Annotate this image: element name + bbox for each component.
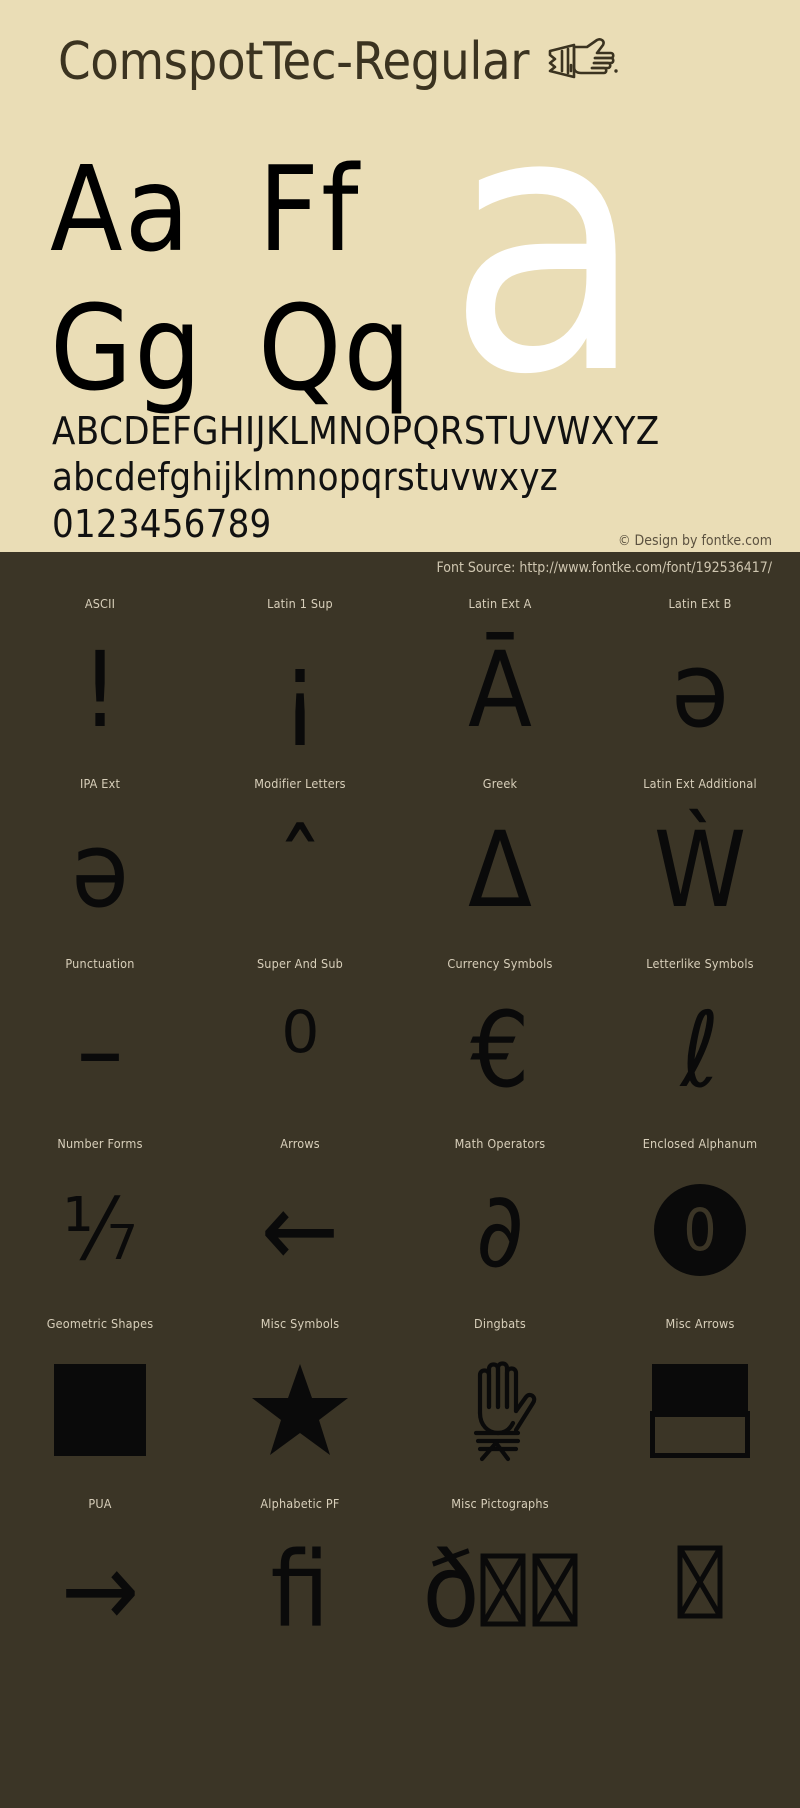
a-macron-glyph: Ā <box>468 628 532 751</box>
glyph-block-label: PUA <box>88 1496 112 1511</box>
uppercase-alphabet: ABCDEFGHIJKLMNOPQRSTUVWXYZ <box>52 409 660 453</box>
glyph-block-label: Modifier Letters <box>254 776 346 791</box>
w-grave-glyph: Ẁ <box>653 808 747 931</box>
letter-pair-grid: Aa Ff Gg Qq <box>50 140 466 418</box>
filled-square-glyph <box>0 1331 200 1488</box>
glyph-block-label: Punctuation <box>65 956 135 971</box>
tofu-box-glyph <box>480 1553 526 1626</box>
filled-star-glyph <box>200 1331 400 1488</box>
glyph-block-label: Currency Symbols <box>447 956 553 971</box>
schwa-glyph: ə <box>71 808 129 931</box>
delta-glyph: Δ <box>468 808 532 931</box>
glyph-block-label: Letterlike Symbols <box>646 956 754 971</box>
glyph-block-cell: Number Forms ⅐ <box>0 1128 200 1308</box>
glyph-block-cell: Latin Ext Additional Ẁ <box>600 768 800 948</box>
glyph-block-cell: Currency Symbols € <box>400 948 600 1128</box>
display-letter: a <box>446 34 645 453</box>
one-seventh-fraction-glyph: ⅐ <box>62 1179 138 1280</box>
raised-hand-glyph <box>400 1331 600 1488</box>
glyph-block-cell: Alphabetic PF ﬁ <box>200 1488 400 1668</box>
glyph-block-cell: Enclosed Alphanum 0 <box>600 1128 800 1308</box>
right-arrow-glyph: → <box>60 1528 140 1651</box>
partial-differential-glyph: ∂ <box>475 1168 525 1291</box>
glyph-block-cell: ASCII ! <box>0 588 200 768</box>
circled-zero-glyph: 0 <box>600 1151 800 1308</box>
design-credit: © Design by fontke.com <box>617 533 772 549</box>
glyph-block-label: Enclosed Alphanum <box>642 1136 758 1151</box>
eth-character: ð <box>422 1528 480 1651</box>
inverted-exclamation-glyph: ¡ <box>281 628 319 751</box>
glyph-block-cell: Misc Arrows <box>600 1308 800 1488</box>
glyph-block-label: Number Forms <box>57 1136 143 1151</box>
left-arrow-glyph: ← <box>260 1168 340 1291</box>
glyph-block-label: Arrows <box>280 1136 320 1151</box>
letter-pair-Aa: Aa <box>50 140 192 278</box>
schwa-glyph: ə <box>671 628 729 751</box>
glyph-block-cell: Punctuation – <box>0 948 200 1128</box>
letter-pair-Gg: Gg <box>50 279 204 418</box>
glyph-block-cell: Arrows ← <box>200 1128 400 1308</box>
glyph-block-cell: Misc Symbols <box>200 1308 400 1488</box>
glyph-block-label: Misc Symbols <box>260 1316 340 1331</box>
rectangle-divided-glyph <box>600 1331 800 1488</box>
euro-glyph: € <box>470 988 530 1111</box>
glyph-block-label: Latin Ext B <box>668 596 732 611</box>
glyph-block-cell: Geometric Shapes <box>0 1308 200 1488</box>
glyph-block-cell: Misc Pictographs ð <box>400 1488 600 1668</box>
glyph-coverage-panel: Font Source: http://www.fontke.com/font/… <box>0 552 800 1808</box>
modifier-circumflex-glyph: ˆ <box>276 808 324 931</box>
glyph-block-label: Super And Sub <box>256 956 344 971</box>
glyph-block-label: Math Operators <box>454 1136 546 1151</box>
letter-pair-Qq: Qq <box>258 279 413 418</box>
eth-glyph: ð <box>400 1511 600 1668</box>
glyph-block-cell: PUA → <box>0 1488 200 1668</box>
svg-text:0: 0 <box>683 1196 716 1264</box>
digit-sequence: 0123456789 <box>52 501 272 546</box>
tofu-box-glyph <box>600 1496 800 1668</box>
glyph-block-grid: ASCII ! Latin 1 Sup ¡ Latin Ext A Ā Lati… <box>0 588 800 1668</box>
superscript-zero-glyph: ⁰ <box>281 988 319 1111</box>
glyph-block-cell: Super And Sub ⁰ <box>200 948 400 1128</box>
glyph-block-label: Misc Arrows <box>665 1316 735 1331</box>
glyph-block-cell: Letterlike Symbols ℓ <box>600 948 800 1128</box>
glyph-block-cell: Greek Δ <box>400 768 600 948</box>
font-source-line: Font Source: http://www.fontke.com/font/… <box>436 560 772 576</box>
letter-pair-row: Aa Ff <box>50 140 466 279</box>
glyph-block-label: Latin Ext Additional <box>643 776 757 791</box>
glyph-block-label: Dingbats <box>474 1316 526 1331</box>
glyph-block-label: IPA Ext <box>79 776 121 791</box>
glyph-block-label: Geometric Shapes <box>46 1316 154 1331</box>
exclamation-glyph: ! <box>81 628 119 751</box>
tofu-box-glyph <box>532 1553 578 1626</box>
font-specimen-page: ComspotTec-Regular a Aa Ff Gg Qq ABCDEFG… <box>0 0 800 1808</box>
glyph-block-cell: Latin Ext B ə <box>600 588 800 768</box>
glyph-block-label: ASCII <box>84 596 116 611</box>
glyph-block-cell: Latin Ext A Ā <box>400 588 600 768</box>
letter-pair-Ff: Ff <box>258 140 361 278</box>
glyph-block-cell: Dingbats <box>400 1308 600 1488</box>
alphabet-block: ABCDEFGHIJKLMNOPQRSTUVWXYZ abcdefghijklm… <box>52 408 660 547</box>
glyph-block-label: Latin 1 Sup <box>267 596 333 611</box>
glyph-block-cell: Latin 1 Sup ¡ <box>200 588 400 768</box>
letter-pair-row: Gg Qq <box>50 279 466 418</box>
glyph-block-cell: IPA Ext ə <box>0 768 200 948</box>
fi-ligature-glyph: ﬁ <box>270 1528 330 1651</box>
script-l-glyph: ℓ <box>680 988 720 1111</box>
en-dash-glyph: – <box>76 988 124 1111</box>
lowercase-alphabet: abcdefghijklmnopqrstuvwxyz <box>52 455 558 500</box>
glyph-block-cell: Math Operators ∂ <box>400 1128 600 1308</box>
glyph-block-label: Misc Pictographs <box>451 1496 549 1511</box>
glyph-block-cell: Modifier Letters ˆ <box>200 768 400 948</box>
tofu-box-group <box>480 1553 578 1627</box>
glyph-block-label: Latin Ext A <box>468 596 532 611</box>
specimen-light-panel: ComspotTec-Regular a Aa Ff Gg Qq ABCDEFG… <box>0 0 800 644</box>
glyph-block-cell <box>600 1488 800 1668</box>
glyph-block-label: Alphabetic PF <box>260 1496 340 1511</box>
glyph-block-label: Greek <box>482 776 518 791</box>
